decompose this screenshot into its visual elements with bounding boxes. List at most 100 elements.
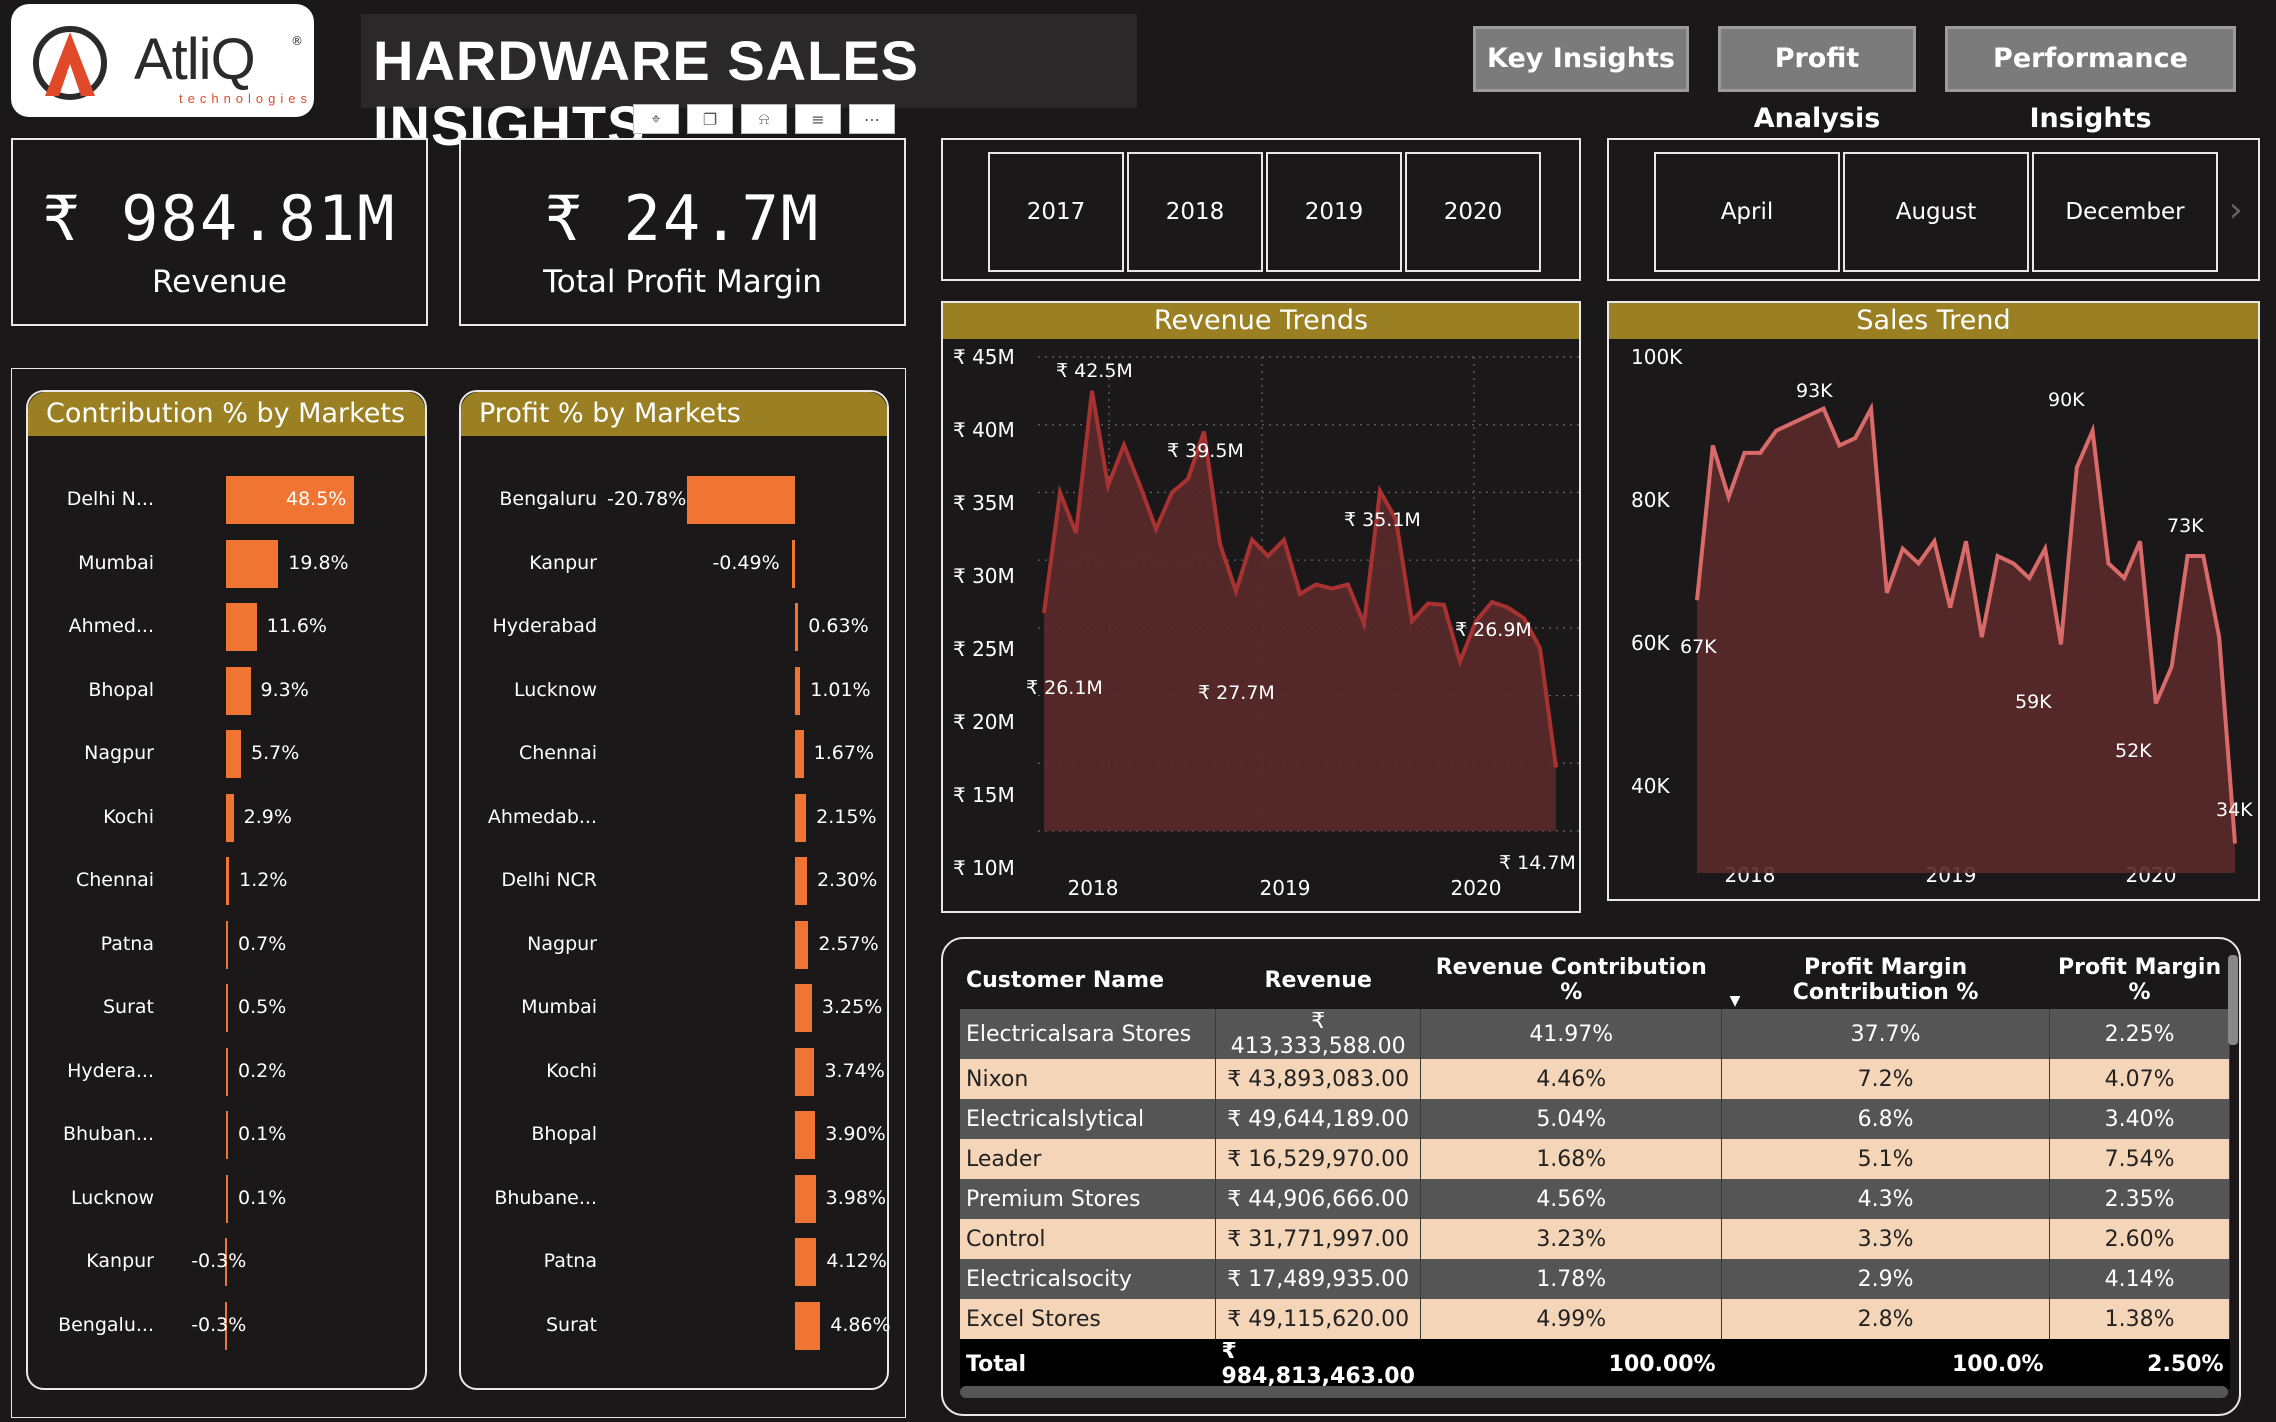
column-revenue[interactable]: Revenue <box>1215 951 1420 1009</box>
bar-value-label: 3.98% <box>825 1186 887 1209</box>
nav-performance-insights-button[interactable]: Performance Insights <box>1945 26 2236 134</box>
bar-category-label: Lucknow <box>514 678 597 701</box>
more-icon[interactable]: ⋯ <box>849 104 895 134</box>
month-december-button[interactable]: December <box>2032 152 2218 272</box>
table-row[interactable]: Nixon ₹ 43,893,083.00 4.46% 7.2% 4.07% <box>960 1059 2230 1099</box>
nav-profit-analysis-button[interactable]: Profit Analysis <box>1718 26 1916 134</box>
bar[interactable] <box>795 1301 821 1350</box>
table-cell: 2.9% <box>1721 1259 2051 1299</box>
column-revenue-contribution[interactable]: Revenue Contribution % <box>1421 951 1722 1009</box>
data-label: 93K <box>1796 380 1833 402</box>
bar[interactable] <box>226 793 234 842</box>
year-2019-button[interactable]: 2019 <box>1266 152 1402 272</box>
customer-table: Customer Name Revenue Revenue Contributi… <box>960 951 2230 1389</box>
pin-icon[interactable]: ⌖ <box>633 104 679 134</box>
data-label: ₹ 26.9M <box>1455 619 1532 641</box>
table-cell: Electricalslytical <box>960 1099 1216 1139</box>
table-cell: 4.56% <box>1420 1179 1723 1219</box>
table-cell: 1.78% <box>1420 1259 1723 1299</box>
bar-category-label: Hydera... <box>67 1059 154 1082</box>
data-label: 67K <box>1680 636 1717 658</box>
month-april-button[interactable]: April <box>1654 152 1840 272</box>
bar-category-label: Surat <box>102 996 154 1018</box>
table-cell: 3.40% <box>2049 1099 2230 1139</box>
year-2018-button[interactable]: 2018 <box>1127 152 1263 272</box>
table-cell: ₹ 16,529,970.00 <box>1215 1139 1422 1179</box>
column-profit-margin[interactable]: Profit Margin % <box>2050 951 2230 1009</box>
revenue-label: Revenue <box>151 264 287 300</box>
nav-key-insights-button[interactable]: Key Insights <box>1473 26 1689 92</box>
bell-icon[interactable]: ⍾ <box>741 104 787 134</box>
bar[interactable] <box>226 603 257 651</box>
filter-icon[interactable]: ≡ <box>795 104 841 134</box>
profit-margin-card: ₹ 24.7M Total Profit Margin <box>459 138 906 326</box>
contribution-chart: Contribution % by Markets Delhi N... 48.5… <box>26 390 427 1390</box>
table-row[interactable]: Control ₹ 31,771,997.00 3.23% 3.3% 2.60% <box>960 1219 2230 1259</box>
profit-chart: Profit % by Markets Bengaluru -20.78% Kanp… <box>459 390 891 1390</box>
bar[interactable] <box>226 539 279 588</box>
bar[interactable] <box>795 920 809 969</box>
bar-category-label: Patna <box>100 932 154 955</box>
column-customer-name[interactable]: Customer Name <box>960 951 1215 1009</box>
table-cell: ₹ 43,893,083.00 <box>1215 1059 1422 1099</box>
bar-value-label: 19.8% <box>288 551 349 574</box>
table-row[interactable]: Electricalsara Stores ₹ 413,333,588.00 41.… <box>960 1009 2230 1059</box>
table-row[interactable]: Excel Stores ₹ 49,115,620.00 4.99% 2.8% 1.38… <box>960 1299 2230 1339</box>
bar[interactable] <box>226 666 251 715</box>
table-cell: Excel Stores <box>960 1299 1216 1339</box>
sort-desc-icon[interactable]: ▼ <box>1730 993 1741 1009</box>
month-august-button[interactable]: August <box>1843 152 2029 272</box>
bar-category-label: Nagpur <box>84 742 154 764</box>
copy-icon[interactable]: ❐ <box>687 104 733 134</box>
bar[interactable] <box>226 984 228 1032</box>
bar-category-label: Bhopal <box>88 678 154 701</box>
bar-category-label: Kochi <box>546 1059 597 1082</box>
bar[interactable] <box>795 603 799 651</box>
data-label: ₹ 14.7M <box>1499 852 1576 874</box>
bar-value-label: 1.01% <box>810 678 871 701</box>
bar[interactable] <box>226 1047 228 1096</box>
table-cell: ₹ 17,489,935.00 <box>1215 1259 1422 1299</box>
revenue-value: ₹ 984.81M <box>42 182 397 255</box>
y-tick-label: 80K <box>1631 488 1670 512</box>
table-cell: 4.3% <box>1721 1179 2051 1219</box>
chevron-right-icon[interactable]: › <box>2229 190 2243 230</box>
bar[interactable] <box>226 1174 228 1223</box>
bar-value-label: 1.2% <box>239 869 288 891</box>
bar[interactable] <box>226 920 228 969</box>
year-2017-button[interactable]: 2017 <box>988 152 1124 272</box>
table-row[interactable]: Electricalsocity ₹ 17,489,935.00 1.78% 2.9%… <box>960 1259 2230 1299</box>
table-cell: ₹ 44,906,666.00 <box>1215 1179 1422 1219</box>
bar[interactable] <box>795 984 812 1032</box>
bar[interactable] <box>795 1174 816 1223</box>
y-tick-label: 60K <box>1631 631 1670 655</box>
bar[interactable] <box>792 539 795 588</box>
table-cell: 4.14% <box>2049 1259 2230 1299</box>
column-profit-margin-contribution[interactable]: Profit Margin Contribution % ▼ <box>1722 951 2050 1009</box>
bar[interactable] <box>795 1238 817 1286</box>
total-cell: 100.0% <box>1721 1339 2050 1389</box>
bar-category-label: Kochi <box>103 805 154 828</box>
bar[interactable] <box>795 1047 815 1096</box>
table-row[interactable]: Leader ₹ 16,529,970.00 1.68% 5.1% 7.54% <box>960 1139 2230 1179</box>
bar[interactable] <box>795 730 804 778</box>
bar[interactable] <box>226 857 230 905</box>
table-vertical-scrollbar[interactable] <box>2228 955 2238 1045</box>
bar[interactable] <box>687 476 795 524</box>
table-cell: 2.60% <box>2049 1219 2230 1259</box>
y-tick-label: ₹ 15M <box>953 783 1015 807</box>
bar[interactable] <box>795 666 801 715</box>
bar[interactable] <box>226 1111 228 1159</box>
year-2020-button[interactable]: 2020 <box>1405 152 1541 272</box>
bar-value-label: 48.5% <box>286 488 347 510</box>
table-row[interactable]: Electricalslytical ₹ 49,644,189.00 5.04% 6.… <box>960 1099 2230 1139</box>
bar[interactable] <box>795 1111 816 1159</box>
bar[interactable] <box>795 793 807 842</box>
table-row[interactable]: Premium Stores ₹ 44,906,666.00 4.56% 4.3% 2.… <box>960 1179 2230 1219</box>
table-cell: 1.38% <box>2049 1299 2230 1339</box>
table-horizontal-scrollbar[interactable] <box>960 1386 2228 1398</box>
bar-value-label: -0.3% <box>191 1250 247 1272</box>
bar-value-label: 0.2% <box>238 1059 287 1082</box>
bar[interactable] <box>795 857 807 905</box>
bar[interactable] <box>226 730 242 778</box>
